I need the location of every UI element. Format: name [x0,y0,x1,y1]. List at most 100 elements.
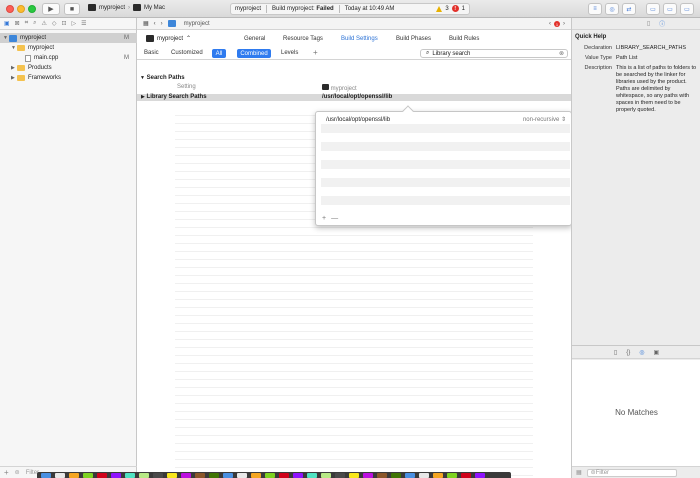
test-icon[interactable]: ◇ [52,20,57,27]
library-filter-input[interactable]: ⊜ Filter [586,468,677,477]
dock-app-icon[interactable] [265,473,275,478]
back-icon[interactable]: ‹ [154,21,156,27]
tab-general[interactable]: General [244,36,265,42]
dock-app-icon[interactable] [237,473,247,478]
dock-app-icon[interactable] [209,473,219,478]
settings-search-field[interactable]: ⌕ Library search ⊗ [420,49,568,58]
section-header[interactable]: ▼ Search Paths [140,75,185,81]
setting-value[interactable]: /usr/local/opt/openssl/lib [322,94,392,100]
clear-search-icon[interactable]: ⊗ [559,50,564,57]
value-type-label: Value Type [584,55,612,61]
symbol-icon[interactable]: ⌗ [25,20,28,27]
dock-app-icon[interactable] [167,473,177,478]
toggle-debug-button[interactable]: ▭ [663,3,677,15]
left-panel-icon: ▭ [650,6,656,13]
tab-build-rules[interactable]: Build Rules [449,36,479,42]
dock-app-icon[interactable] [307,473,317,478]
issue-badges[interactable]: 3 ! 1 [436,5,465,12]
version-editor-button[interactable]: ⇄ [622,3,636,15]
issue-icon[interactable]: ⚠ [41,20,46,27]
forward-icon[interactable]: › [161,21,163,27]
remove-path-button[interactable]: — [331,215,338,222]
dock-app-icon[interactable] [391,473,401,478]
zoom-window-button[interactable] [28,5,36,13]
dock-app-icon[interactable] [251,473,261,478]
tree-item-project[interactable]: ▼ myproject M [0,33,137,43]
recursion-select[interactable]: non-recursive ⇕ [523,116,566,123]
setting-row-library-search-paths[interactable]: ▶ Library Search Paths /usr/local/opt/op… [137,94,571,101]
add-setting-button[interactable]: + [313,48,318,57]
dock-app-icon[interactable] [377,473,387,478]
filter-levels[interactable]: Levels [281,50,298,56]
breakpoint-icon[interactable]: ▷ [72,20,77,27]
tree-item-group[interactable]: ▼ myproject [0,43,137,53]
dock-app-icon[interactable] [69,473,79,478]
inspector-divider[interactable] [572,345,700,346]
find-icon[interactable]: ⌕ [33,20,36,27]
dock-app-icon[interactable] [181,473,191,478]
dock-app-icon[interactable] [405,473,415,478]
close-window-button[interactable] [6,5,14,13]
file-template-icon[interactable]: ▯ [614,349,617,356]
tab-build-settings[interactable]: Build Settings [341,36,378,42]
source-control-icon[interactable]: ⊠ [15,20,20,27]
dock-app-icon[interactable] [125,473,135,478]
dock-app-icon[interactable] [83,473,93,478]
target-selector[interactable]: myproject ⌃ [146,35,191,42]
filter-customized[interactable]: Customized [171,50,203,56]
standard-editor-button[interactable]: ≡ [588,3,602,15]
dock-app-icon[interactable] [461,473,471,478]
tree-item-products[interactable]: ▶ Products [0,63,137,73]
add-path-button[interactable]: + [322,215,326,222]
object-library-icon[interactable]: ◎ [639,349,644,356]
dock-app-icon[interactable] [41,473,51,478]
dock-app-icon[interactable] [419,473,429,478]
dock-app-icon[interactable] [195,473,205,478]
breadcrumb[interactable]: myproject [184,21,210,27]
toggle-inspector-button[interactable]: ▭ [680,3,694,15]
tree-item-frameworks[interactable]: ▶ Frameworks [0,73,137,83]
file-inspector-icon[interactable]: ▯ [647,20,650,27]
run-button[interactable]: ▶ [42,3,60,15]
dock-app-icon[interactable] [97,473,107,478]
declaration-value: LIBRARY_SEARCH_PATHS [616,45,686,51]
media-library-icon[interactable]: ▣ [653,349,659,356]
toggle-navigator-button[interactable]: ▭ [646,3,660,15]
assistant-editor-button[interactable]: ◎ [605,3,619,15]
dock-app-icon[interactable] [153,473,163,478]
filter-combined[interactable]: Combined [237,49,271,58]
path-value[interactable]: /usr/local/opt/openssl/lib [326,117,390,123]
tab-build-phases[interactable]: Build Phases [396,36,431,42]
dock-app-icon[interactable] [363,473,373,478]
dock-app-icon[interactable] [279,473,289,478]
previous-issue-icon[interactable]: ‹ [549,21,551,27]
folder-icon[interactable]: ▣ [4,20,10,27]
code-snippet-icon[interactable]: {} [626,350,630,356]
dock-app-icon[interactable] [335,473,345,478]
dock-app-icon[interactable] [447,473,457,478]
scheme-selector[interactable]: myproject › My Mac [88,4,165,11]
stop-button[interactable]: ■ [64,3,80,15]
tree-item-file[interactable]: main.cpp M [0,53,137,63]
minimize-window-button[interactable] [17,5,25,13]
grid-view-icon[interactable]: ▦ [576,469,582,476]
dock-app-icon[interactable] [55,473,65,478]
filter-basic[interactable]: Basic [144,50,159,56]
dock-app-icon[interactable] [321,473,331,478]
add-icon[interactable]: + [4,468,9,477]
path-row[interactable]: /usr/local/opt/openssl/lib non-recursive… [321,115,570,124]
dock-app-icon[interactable] [223,473,233,478]
report-icon[interactable]: ☰ [81,20,86,27]
dock-app-icon[interactable] [293,473,303,478]
dock-app-icon[interactable] [475,473,485,478]
tab-resource-tags[interactable]: Resource Tags [283,36,323,42]
debug-icon[interactable]: ⊡ [61,20,66,27]
dock-app-icon[interactable] [139,473,149,478]
next-issue-icon[interactable]: › [563,21,565,27]
quick-help-icon[interactable]: ⓘ [659,19,665,28]
dock-app-icon[interactable] [111,473,121,478]
dock-app-icon[interactable] [349,473,359,478]
related-items-icon[interactable]: ▦ [143,20,149,27]
filter-all[interactable]: All [212,49,226,58]
dock-app-icon[interactable] [433,473,443,478]
